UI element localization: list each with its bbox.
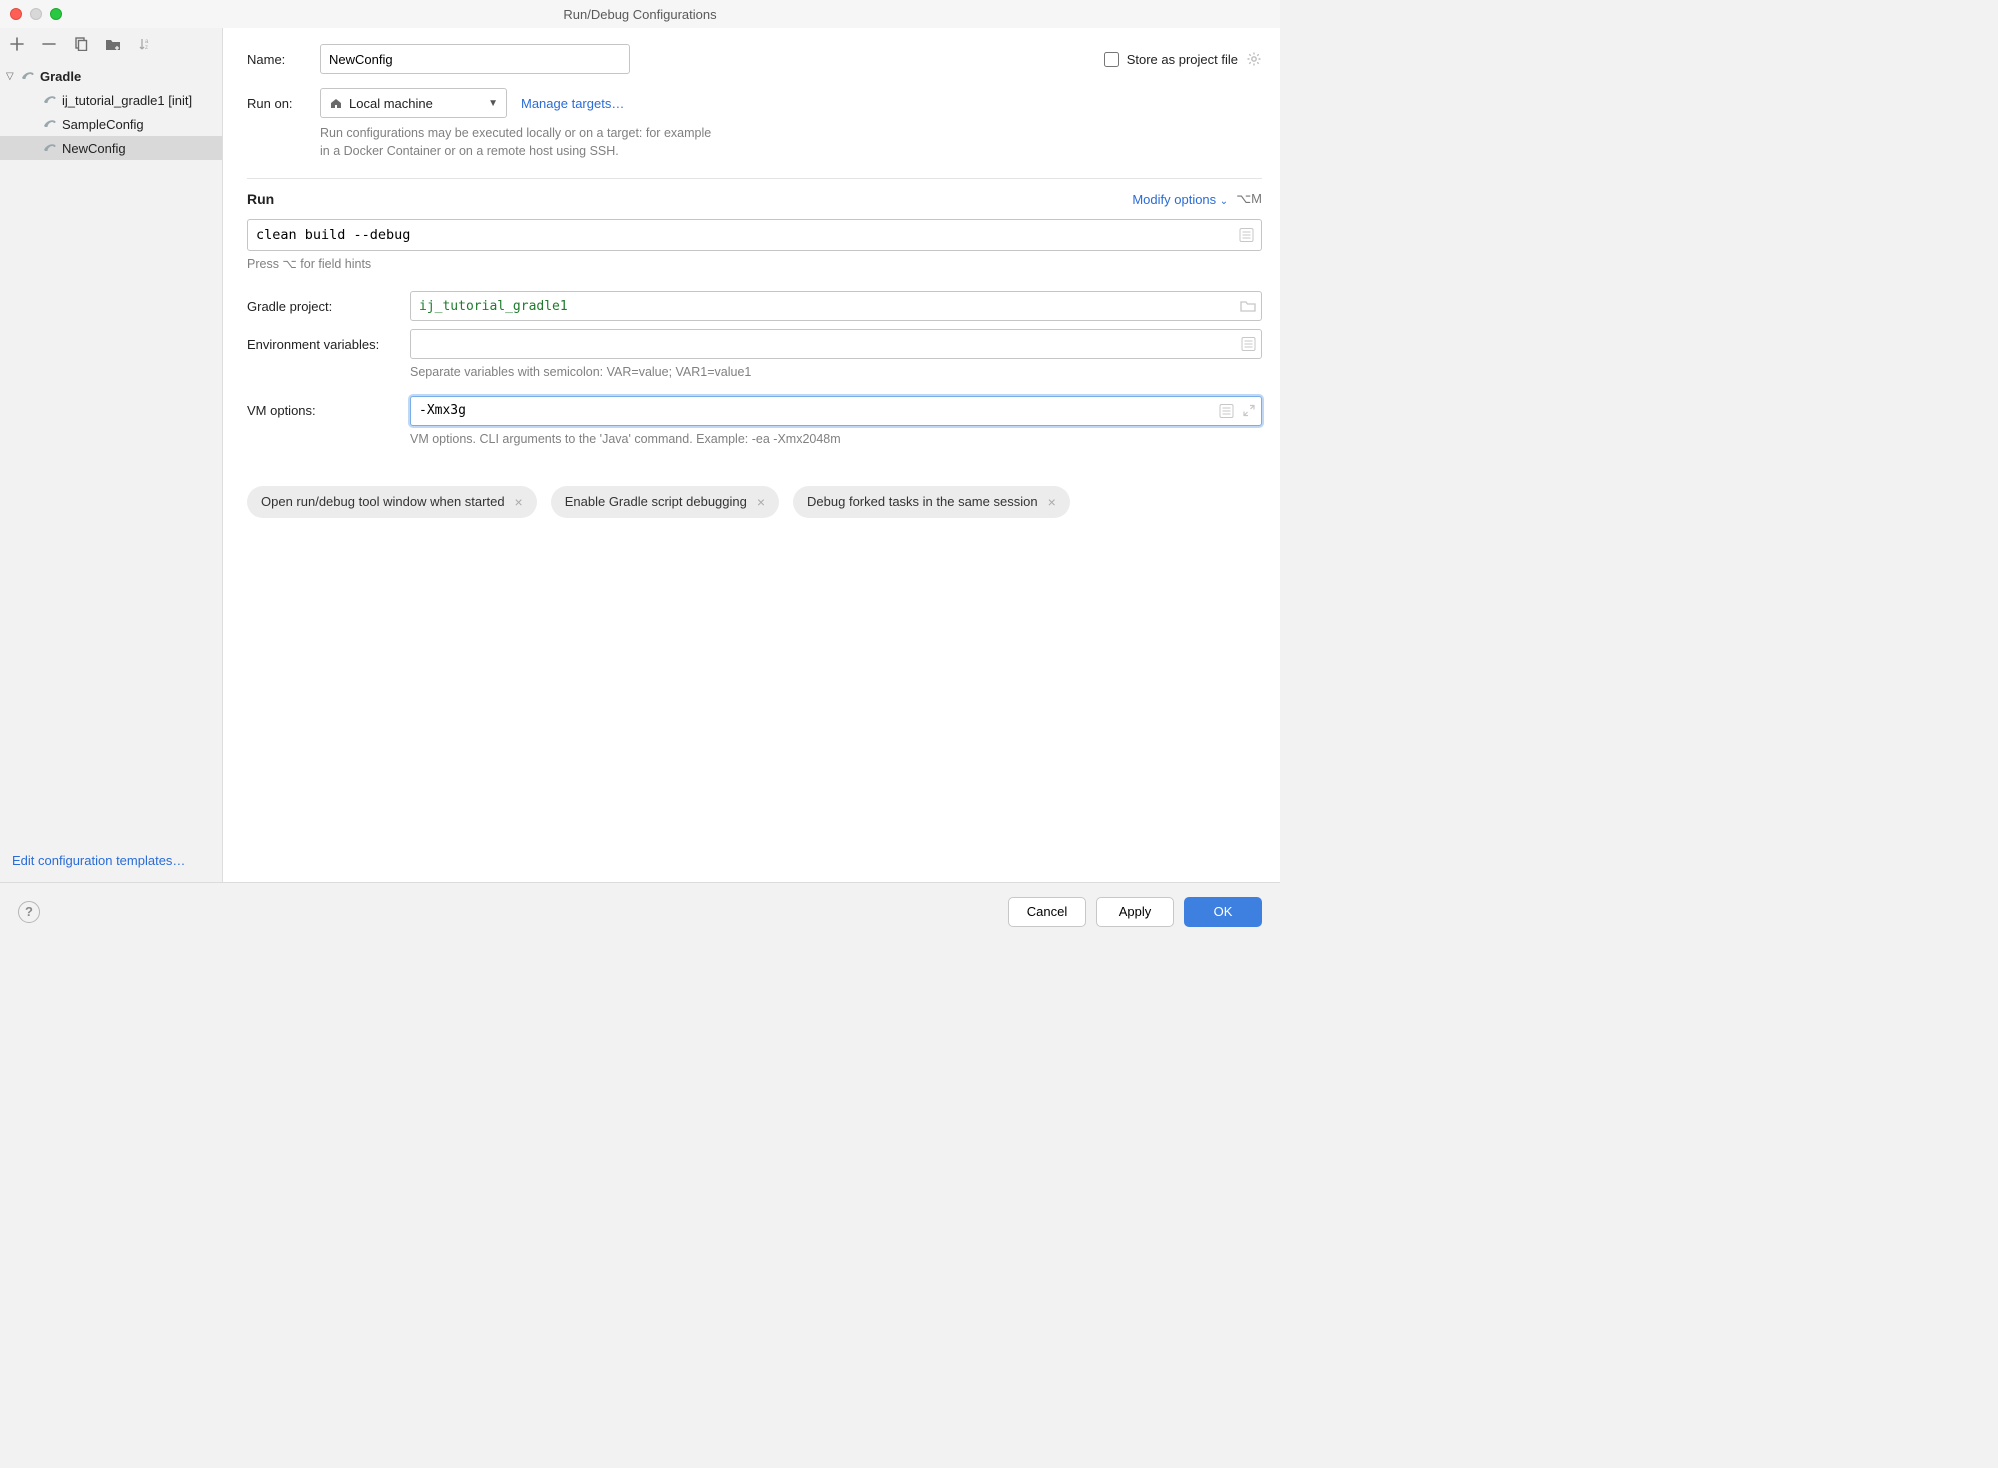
gear-icon[interactable]	[1246, 51, 1262, 67]
run-section-title: Run	[247, 191, 274, 207]
gradle-icon	[42, 116, 58, 132]
runon-combo[interactable]: Local machine ▼	[320, 88, 507, 118]
list-icon[interactable]	[1239, 228, 1254, 243]
tasks-input[interactable]	[247, 219, 1262, 251]
vm-label: VM options:	[247, 403, 402, 418]
gradle-icon	[20, 68, 36, 84]
config-tree[interactable]: ▽ Gradle ij_tutorial_gradle1 [init] Samp…	[0, 60, 222, 843]
env-hint: Separate variables with semicolon: VAR=v…	[410, 363, 1262, 381]
tree-leaf[interactable]: SampleConfig	[0, 112, 222, 136]
gradle-project-label: Gradle project:	[247, 299, 402, 314]
gradle-icon	[42, 140, 58, 156]
modify-options-shortcut: ⌥M	[1236, 191, 1262, 207]
save-to-folder-button[interactable]	[104, 35, 122, 53]
runon-label: Run on:	[247, 96, 320, 111]
vm-options-input[interactable]	[410, 396, 1262, 426]
chevron-down-icon: ▼	[488, 98, 498, 109]
titlebar: Run/Debug Configurations	[0, 0, 1280, 28]
list-icon[interactable]	[1241, 337, 1256, 352]
sort-config-button[interactable]: az	[136, 35, 154, 53]
gradle-icon	[42, 92, 58, 108]
tree-node-gradle[interactable]: ▽ Gradle	[0, 64, 222, 88]
apply-button[interactable]: Apply	[1096, 897, 1174, 927]
chip[interactable]: Open run/debug tool window when started …	[247, 486, 537, 518]
chip-label: Debug forked tasks in the same session	[807, 494, 1038, 509]
vm-hint: VM options. CLI arguments to the 'Java' …	[410, 430, 1262, 448]
option-chips: Open run/debug tool window when started …	[247, 486, 1262, 518]
main-panel: Name: Store as project file Run on: Loca…	[222, 28, 1280, 882]
chip-label: Enable Gradle script debugging	[565, 494, 747, 509]
tree-leaf-selected[interactable]: NewConfig	[0, 136, 222, 160]
chevron-down-icon: ▽	[6, 71, 16, 82]
name-label: Name:	[247, 52, 320, 67]
tree-node-label: Gradle	[40, 69, 81, 84]
remove-config-button[interactable]	[40, 35, 58, 53]
store-as-project-file-checkbox[interactable]	[1104, 52, 1119, 67]
close-icon[interactable]: ×	[1048, 494, 1056, 510]
help-button[interactable]: ?	[18, 901, 40, 923]
modify-options-link[interactable]: Modify options ⌄	[1132, 192, 1228, 207]
env-input[interactable]	[410, 329, 1262, 359]
env-label: Environment variables:	[247, 337, 402, 352]
tree-leaf-label: SampleConfig	[62, 117, 144, 132]
chip-label: Open run/debug tool window when started	[261, 494, 505, 509]
gradle-project-input[interactable]	[410, 291, 1262, 321]
folder-icon[interactable]	[1240, 299, 1256, 313]
list-icon[interactable]	[1219, 403, 1234, 418]
sidebar-toolbar: az	[0, 28, 222, 60]
chip[interactable]: Debug forked tasks in the same session ×	[793, 486, 1070, 518]
runon-value: Local machine	[349, 96, 433, 111]
chip[interactable]: Enable Gradle script debugging ×	[551, 486, 779, 518]
edit-templates-link[interactable]: Edit configuration templates…	[12, 853, 185, 868]
tree-leaf[interactable]: ij_tutorial_gradle1 [init]	[0, 88, 222, 112]
name-input[interactable]	[320, 44, 630, 74]
window-title: Run/Debug Configurations	[0, 7, 1280, 22]
ok-button[interactable]: OK	[1184, 897, 1262, 927]
expand-icon[interactable]	[1242, 403, 1256, 418]
svg-text:z: z	[145, 45, 148, 51]
manage-targets-link[interactable]: Manage targets…	[521, 96, 624, 111]
tree-leaf-label: ij_tutorial_gradle1 [init]	[62, 93, 192, 108]
copy-config-button[interactable]	[72, 35, 90, 53]
store-label: Store as project file	[1127, 52, 1238, 67]
close-icon[interactable]: ×	[515, 494, 523, 510]
add-config-button[interactable]	[8, 35, 26, 53]
tree-leaf-label: NewConfig	[62, 141, 126, 156]
tasks-hint: Press ⌥ for field hints	[247, 255, 1262, 273]
dialog-footer: ? Cancel Apply OK	[0, 882, 1280, 940]
chevron-down-icon: ⌄	[1220, 196, 1228, 207]
runon-hint: Run configurations may be executed local…	[320, 124, 1262, 160]
sidebar: az ▽ Gradle ij_tutorial_gradle1 [init]	[0, 28, 222, 882]
close-icon[interactable]: ×	[757, 494, 765, 510]
home-icon	[329, 96, 343, 110]
cancel-button[interactable]: Cancel	[1008, 897, 1086, 927]
